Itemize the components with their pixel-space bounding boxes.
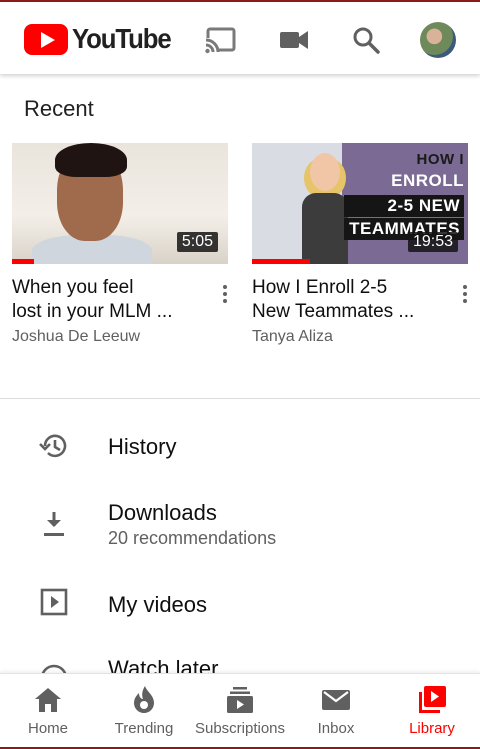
recent-video-card[interactable]: HOW I ENROLL 2-5 NEW TEAMMATES 19:53 How…: [252, 143, 468, 346]
nav-label: Home: [27, 720, 68, 737]
my-videos-icon: [38, 586, 70, 618]
nav-subscriptions[interactable]: Subscriptions: [192, 674, 288, 748]
recent-section-title: Recent: [24, 96, 94, 121]
thumbnail-text: ENROLL: [391, 171, 464, 190]
video-thumbnail[interactable]: HOW I ENROLL 2-5 NEW TEAMMATES 19:53: [252, 143, 468, 264]
nav-inbox[interactable]: Inbox: [288, 674, 384, 748]
library-item-my-videos[interactable]: My videos: [0, 572, 480, 636]
more-options-icon[interactable]: [216, 283, 234, 307]
nav-label: Library: [409, 720, 455, 737]
library-item-downloads[interactable]: Downloads 20 recommendations: [0, 496, 480, 560]
download-icon: [38, 508, 70, 540]
nav-label: Inbox: [317, 720, 355, 737]
logo-text: YouTube: [72, 23, 172, 54]
nav-trending[interactable]: Trending: [96, 674, 192, 748]
account-avatar[interactable]: [420, 22, 456, 58]
search-icon[interactable]: [350, 24, 382, 56]
recent-video-card[interactable]: 5:05 When you feel lost in your MLM ... …: [12, 143, 228, 346]
section-divider: [0, 398, 480, 399]
cast-icon[interactable]: [204, 24, 236, 56]
library-item-subtitle: 20 recommendations: [108, 528, 277, 548]
library-item-history[interactable]: History: [0, 416, 480, 480]
video-camera-icon[interactable]: [278, 24, 310, 56]
thumbnail-text: HOW I: [416, 151, 464, 168]
video-channel: Joshua De Leeuw: [12, 328, 141, 345]
video-title[interactable]: How I Enroll 2-5 New Teammates ...: [252, 276, 452, 324]
watch-progress-bar: [12, 259, 34, 264]
video-title[interactable]: When you feel lost in your MLM ...: [12, 276, 212, 324]
video-thumbnail[interactable]: 5:05: [12, 143, 228, 264]
youtube-play-icon: [24, 23, 68, 55]
flame-icon: [128, 684, 160, 716]
library-item-label: Downloads: [108, 500, 217, 525]
library-item-label: History: [108, 434, 177, 459]
top-app-bar: YouTube: [0, 0, 480, 74]
library-icon: [416, 684, 448, 716]
nav-label: Subscriptions: [194, 720, 286, 737]
bottom-navigation: Home Trending Subscriptions Inbox Librar…: [0, 673, 480, 749]
nav-label: Trending: [114, 720, 174, 737]
video-channel: Tanya Aliza: [252, 328, 333, 345]
watch-progress-bar: [252, 259, 311, 264]
video-duration: 5:05: [176, 232, 218, 252]
history-icon: [38, 430, 70, 462]
library-item-label: My videos: [108, 592, 208, 617]
inbox-icon: [320, 684, 352, 716]
subscriptions-icon: [224, 684, 256, 716]
nav-library[interactable]: Library: [384, 674, 480, 748]
video-duration: 19:53: [407, 232, 458, 252]
thumbnail-text: 2-5 NEW: [344, 195, 464, 217]
youtube-logo[interactable]: YouTube: [24, 22, 179, 56]
home-icon: [32, 684, 64, 716]
nav-home[interactable]: Home: [0, 674, 96, 748]
more-options-icon[interactable]: [456, 283, 474, 307]
